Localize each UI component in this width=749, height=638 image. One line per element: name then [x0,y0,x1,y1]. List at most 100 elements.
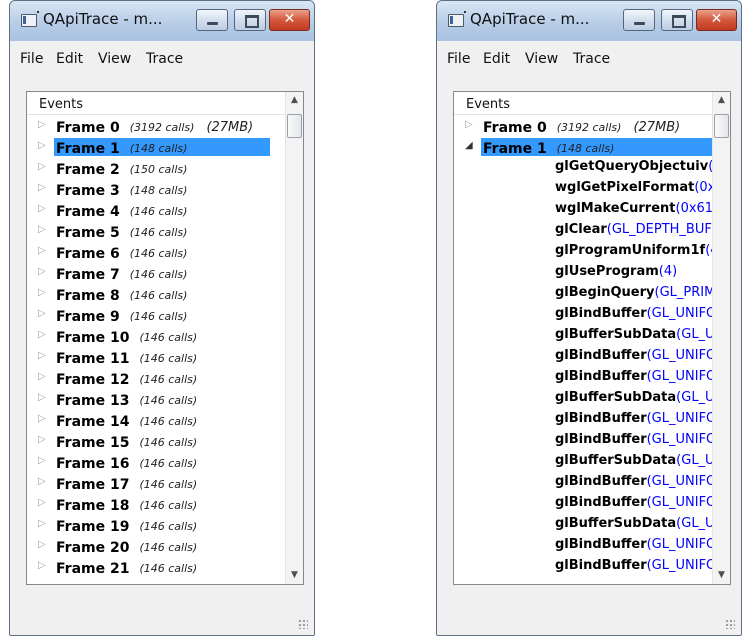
scroll-down-icon[interactable]: ▼ [713,567,730,584]
collapsed-arrow-icon[interactable]: ▷ [38,182,46,193]
call-row[interactable]: glBindBuffer(GL_UNIFOR [454,367,713,388]
close-button[interactable]: ✕ [696,9,737,31]
collapsed-arrow-icon[interactable]: ▷ [38,266,46,277]
call-row[interactable]: glBindBuffer(GL_UNIFOR [454,346,713,367]
frame-row[interactable]: ▷ Frame 18 (146 calls) [27,493,286,514]
tree-header[interactable]: Events [454,92,713,115]
call-row[interactable]: glBufferSubData(GL_UN [454,451,713,472]
expanded-arrow-icon[interactable]: ◢ [465,140,473,151]
title-bar[interactable]: QApiTrace - m... ✕ [10,1,314,41]
frame-row[interactable]: ▷ Frame 2 (150 calls) [27,157,286,178]
collapsed-arrow-icon[interactable]: ▷ [38,455,46,466]
call-row[interactable]: glClear(GL_DEPTH_BUFFE [454,220,713,241]
call-row[interactable]: wglMakeCurrent(0x6101 [454,199,713,220]
frame-row[interactable]: ▷ Frame 20 (146 calls) [27,535,286,556]
call-row[interactable]: wglGetPixelFormat(0x61 [454,178,713,199]
frame-row[interactable]: ▷ Frame 19 (146 calls) [27,514,286,535]
call-row[interactable]: glBindBuffer(GL_UNIFOR [454,472,713,493]
menu-edit[interactable]: Edit [56,51,83,67]
frame-row[interactable]: ▷ Frame 5 (146 calls) [27,220,286,241]
title-bar[interactable]: QApiTrace - m... ✕ [437,1,741,41]
collapsed-arrow-icon[interactable]: ▷ [38,476,46,487]
frame-row[interactable]: ▷ Frame 11 (146 calls) [27,346,286,367]
call-row[interactable]: glBindBuffer(GL_UNIFOR [454,304,713,325]
call-row[interactable]: glBindBuffer(GL_UNIFOR [454,535,713,556]
collapsed-arrow-icon[interactable]: ▷ [465,119,473,130]
scroll-up-icon[interactable]: ▲ [286,92,303,109]
menu-view[interactable]: View [98,51,131,67]
call-row[interactable]: glBufferSubData(GL_UN [454,388,713,409]
app-icon[interactable] [21,11,39,27]
frame-row[interactable]: ▷ Frame 8 (146 calls) [27,283,286,304]
collapsed-arrow-icon[interactable]: ▷ [38,119,46,130]
call-row[interactable]: glBindBuffer(GL_UNIFOR [454,493,713,514]
resize-grip-icon[interactable] [725,619,735,629]
frame-row[interactable]: ◢ Frame 1 (148 calls) [454,136,713,157]
vertical-scrollbar[interactable]: ▲ ▼ [712,92,730,584]
collapsed-arrow-icon[interactable]: ▷ [38,245,46,256]
frame-row[interactable]: ▷ Frame 4 (146 calls) [27,199,286,220]
app-icon[interactable] [448,11,466,27]
frame-row[interactable]: ▷ Frame 16 (146 calls) [27,451,286,472]
events-tree[interactable]: Events ▷ Frame 0 (3192 calls) (27MB) ▷ Frame … [26,91,304,585]
collapsed-arrow-icon[interactable]: ▷ [38,161,46,172]
frame-row[interactable]: ▷ Frame 3 (148 calls) [27,178,286,199]
frame-row[interactable]: ▷ Frame 17 (146 calls) [27,472,286,493]
frame-row[interactable]: ▷ Frame 1 (148 calls) [27,136,286,157]
call-row[interactable]: glBindBuffer(GL_UNIFOR [454,409,713,430]
collapsed-arrow-icon[interactable]: ▷ [38,413,46,424]
menu-edit[interactable]: Edit [483,51,510,67]
scroll-thumb[interactable] [287,114,302,138]
frame-row[interactable]: ▷ Frame 12 (146 calls) [27,367,286,388]
frame-row[interactable]: ▷ Frame 21 (146 calls) [27,556,286,577]
collapsed-arrow-icon[interactable]: ▷ [38,497,46,508]
minimize-button[interactable] [196,9,228,31]
collapsed-arrow-icon[interactable]: ▷ [38,371,46,382]
collapsed-arrow-icon[interactable]: ▷ [38,224,46,235]
maximize-button[interactable] [234,9,266,31]
scroll-thumb[interactable] [714,114,729,138]
collapsed-arrow-icon[interactable]: ▷ [38,539,46,550]
resize-grip-icon[interactable] [298,619,308,629]
call-row[interactable]: glProgramUniform1f(4, [454,241,713,262]
maximize-button[interactable] [661,9,693,31]
call-row[interactable]: glBufferSubData(GL_UN [454,514,713,535]
call-row[interactable]: glBeginQuery(GL_PRIMIT [454,283,713,304]
tree-header[interactable]: Events [27,92,286,115]
collapsed-arrow-icon[interactable]: ▷ [38,308,46,319]
call-row[interactable]: glGetQueryObjectuiv(1, [454,157,713,178]
events-tree[interactable]: Events ▷ Frame 0 (3192 calls) (27MB) ◢ Frame … [453,91,731,585]
vertical-scrollbar[interactable]: ▲ ▼ [285,92,303,584]
call-row[interactable]: glBindBuffer(GL_UNIFOR [454,556,713,577]
frame-row[interactable]: ▷ Frame 14 (146 calls) [27,409,286,430]
collapsed-arrow-icon[interactable]: ▷ [38,140,46,151]
frame-row[interactable]: ▷ Frame 0 (3192 calls) (27MB) [27,115,286,136]
menu-file[interactable]: File [20,51,43,67]
menu-view[interactable]: View [525,51,558,67]
frame-row[interactable]: ▷ Frame 13 (146 calls) [27,388,286,409]
collapsed-arrow-icon[interactable]: ▷ [38,350,46,361]
frame-row[interactable]: ▷ Frame 9 (146 calls) [27,304,286,325]
collapsed-arrow-icon[interactable]: ▷ [38,434,46,445]
scroll-up-icon[interactable]: ▲ [713,92,730,109]
frame-row[interactable]: ▷ Frame 10 (146 calls) [27,325,286,346]
collapsed-arrow-icon[interactable]: ▷ [38,560,46,571]
frame-row[interactable]: ▷ Frame 15 (146 calls) [27,430,286,451]
menu-trace[interactable]: Trace [146,51,183,67]
collapsed-arrow-icon[interactable]: ▷ [38,329,46,340]
scroll-down-icon[interactable]: ▼ [286,567,303,584]
call-row[interactable]: glUseProgram(4) [454,262,713,283]
collapsed-arrow-icon[interactable]: ▷ [38,392,46,403]
call-row[interactable]: glBufferSubData(GL_UN [454,325,713,346]
call-row[interactable]: glBindBuffer(GL_UNIFOR [454,430,713,451]
close-button[interactable]: ✕ [269,9,310,31]
collapsed-arrow-icon[interactable]: ▷ [38,518,46,529]
collapsed-arrow-icon[interactable]: ▷ [38,287,46,298]
frame-row[interactable]: ▷ Frame 0 (3192 calls) (27MB) [454,115,713,136]
frame-row[interactable]: ▷ Frame 7 (146 calls) [27,262,286,283]
menu-file[interactable]: File [447,51,470,67]
collapsed-arrow-icon[interactable]: ▷ [38,203,46,214]
menu-trace[interactable]: Trace [573,51,610,67]
frame-row[interactable]: ▷ Frame 6 (146 calls) [27,241,286,262]
minimize-button[interactable] [623,9,655,31]
